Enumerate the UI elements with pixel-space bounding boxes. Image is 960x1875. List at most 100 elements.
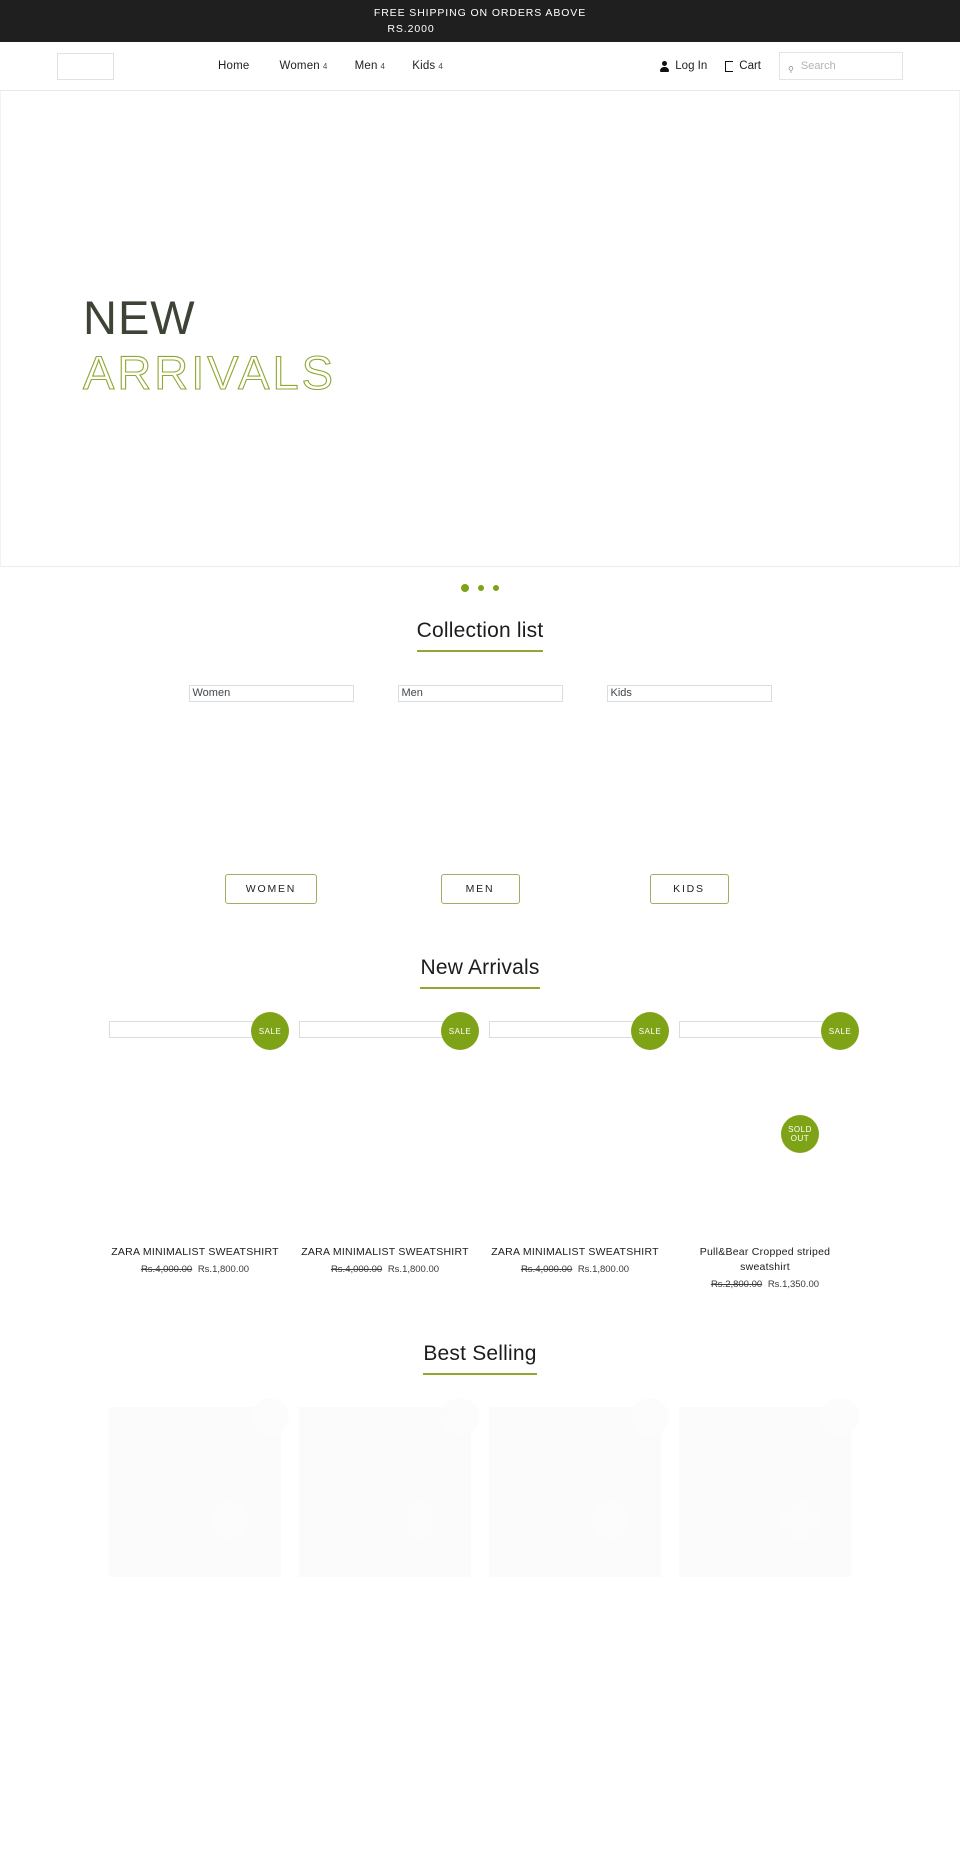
product-compare-price: Rs.2,800.00 [710,1279,763,1290]
cart-link[interactable]: Cart [725,60,761,72]
shopping-bag-icon [725,60,734,72]
hero-text: NEW ARRIVALS [82,291,336,401]
sale-badge: SALE [821,1012,859,1050]
carousel-dot-1[interactable] [461,584,469,592]
sale-badge-placeholder [251,1398,289,1436]
product-card[interactable] [109,1398,289,1577]
product-price-row: Rs.4,000.00 Rs.1,800.00 [299,1264,471,1275]
product-image-area: SALE SOLD OUT [679,1012,859,1239]
collection-spacer [607,702,772,874]
sold-out-badge-placeholder [591,1501,629,1539]
search-box[interactable]: ⚲ [779,52,903,80]
product-title[interactable]: ZARA MINIMALIST SWEATSHIRT [109,1245,281,1260]
best-selling-heading: Best Selling [0,1342,960,1375]
announcement-bar: FREE SHIPPING ON ORDERS ABOVE RS.2000 [0,0,960,42]
collection-list-heading: Collection list [0,619,960,652]
login-link[interactable]: Log In [660,60,707,72]
hero-title-line-1: NEW [83,291,196,344]
product-price-row: Rs.4,000.00 Rs.1,800.00 [489,1264,661,1275]
collection-card-kids[interactable]: Kids KIDS [606,685,772,904]
nav-item-men[interactable]: Men 4 [355,60,386,72]
product-image [109,1021,269,1038]
nav-count: 4 [380,62,386,71]
cart-label: Cart [739,60,761,72]
product-title[interactable]: Pull&Bear Cropped striped sweatshirt [679,1245,851,1275]
collection-image-women: Women [188,685,354,702]
nav-label: Women [279,60,320,72]
product-price: Rs.1,800.00 [387,1264,440,1275]
product-image [299,1021,459,1038]
product-image-area: SALE [489,1012,669,1239]
hero-banner[interactable]: NEW ARRIVALS [0,91,960,592]
product-title[interactable]: ZARA MINIMALIST SWEATSHIRT [299,1245,471,1260]
product-title[interactable]: ZARA MINIMALIST SWEATSHIRT [489,1245,661,1260]
collection-image-kids: Kids [606,685,772,702]
collection-spacer [398,702,563,874]
carousel-dot-2[interactable] [478,585,484,591]
sale-badge: SALE [631,1012,669,1050]
collection-button-women[interactable]: WOMEN [224,874,318,904]
sale-badge-placeholder [441,1398,479,1436]
product-price-row: Rs.2,800.00 Rs.1,350.00 [679,1279,851,1290]
nav-item-women[interactable]: Women 4 [279,60,327,72]
section-title: Best Selling [423,1342,537,1375]
section-title: New Arrivals [420,956,540,989]
nav-count: 4 [438,62,444,71]
product-image-area: SALE [299,1012,479,1239]
section-title: Collection list [416,619,544,652]
sale-badge-placeholder [631,1398,669,1436]
site-header: Home Women 4 Men 4 Kids 4 Log In Cart ⚲ [0,42,960,91]
collection-button-men[interactable]: MEN [440,874,520,904]
product-image [679,1021,839,1038]
search-input[interactable] [800,60,894,72]
product-card[interactable] [679,1398,859,1577]
product-price: Rs.1,800.00 [577,1264,630,1275]
best-selling-grid [0,1398,960,1577]
sold-out-badge: SOLD OUT [781,1115,819,1153]
product-price-row: Rs.4,000.00 Rs.1,800.00 [109,1264,281,1275]
announcement-line-1: FREE SHIPPING ON ORDERS ABOVE [373,6,587,19]
sold-out-badge-placeholder [211,1501,249,1539]
person-icon [660,60,670,72]
product-compare-price: Rs.4,000.00 [330,1264,383,1275]
product-image-area: SALE [109,1012,289,1239]
nav-label: Kids [412,60,436,72]
product-compare-price: Rs.4,000.00 [140,1264,193,1275]
collection-card-women[interactable]: Women WOMEN [188,685,354,904]
login-label: Log In [675,60,708,72]
hero-title-line-2: ARRIVALS [82,345,336,399]
collection-list: Women WOMEN Men MEN Kids KIDS [0,685,960,904]
product-card[interactable] [489,1398,669,1577]
sold-out-badge-placeholder [401,1501,439,1539]
product-image [489,1021,649,1038]
carousel-dots [1,584,959,592]
new-arrivals-grid: SALE ZARA MINIMALIST SWEATSHIRT Rs.4,000… [0,1012,960,1290]
header-actions: Log In Cart ⚲ [660,52,903,80]
product-card[interactable]: SALE SOLD OUT Pull&Bear Cropped striped … [679,1012,859,1290]
collection-image-men: Men [397,685,563,702]
carousel-dot-3[interactable] [493,585,499,591]
product-card[interactable] [299,1398,479,1577]
main-navigation: Home Women 4 Men 4 Kids 4 [218,60,443,72]
product-card[interactable]: SALE ZARA MINIMALIST SWEATSHIRT Rs.4,000… [109,1012,289,1290]
collection-card-men[interactable]: Men MEN [397,685,563,904]
sale-badge: SALE [251,1012,289,1050]
product-card[interactable]: SALE ZARA MINIMALIST SWEATSHIRT Rs.4,000… [489,1012,669,1290]
nav-item-home[interactable]: Home [218,60,252,72]
nav-label: Men [354,60,378,72]
product-price: Rs.1,800.00 [197,1264,250,1275]
new-arrivals-heading: New Arrivals [0,956,960,989]
product-card[interactable]: SALE ZARA MINIMALIST SWEATSHIRT Rs.4,000… [299,1012,479,1290]
search-icon: ⚲ [788,65,794,74]
site-logo[interactable] [57,52,114,80]
announcement-line-2: RS.2000 [387,22,435,35]
collection-button-kids[interactable]: KIDS [649,874,729,904]
sale-badge: SALE [441,1012,479,1050]
sold-out-badge-placeholder [781,1501,819,1539]
nav-item-kids[interactable]: Kids 4 [412,60,443,72]
nav-label: Home [218,60,250,72]
nav-count: 4 [322,62,328,71]
collection-spacer [189,702,354,874]
product-price: Rs.1,350.00 [767,1279,820,1290]
product-compare-price: Rs.4,000.00 [520,1264,573,1275]
